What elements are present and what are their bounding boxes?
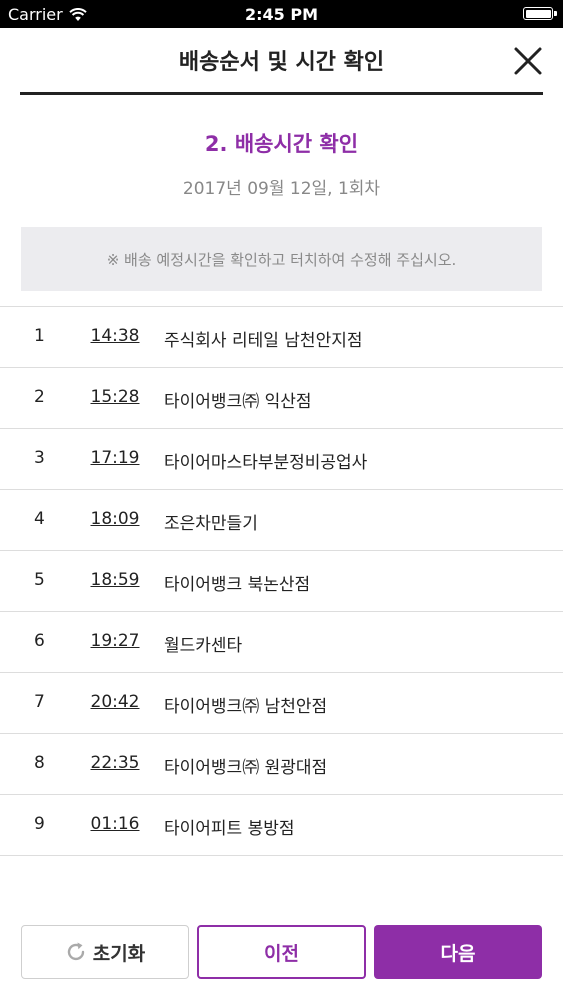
schedule-row: 6 19:27 월드카센타 [0, 612, 563, 673]
next-button-label: 다음 [440, 942, 476, 965]
row-store-name: 타이어뱅크㈜ 원광대점 [164, 758, 328, 778]
row-number: 7 [34, 692, 45, 712]
row-time-link[interactable]: 22:35 [80, 753, 150, 773]
status-time: 2:45 PM [244, 5, 318, 24]
row-number: 2 [34, 387, 45, 407]
schedule-list: 1 14:38 주식회사 리테일 남천안지점 2 15:28 타이어뱅크㈜ 익산… [0, 306, 563, 856]
step-title: 2. 배송시간 확인 [204, 132, 359, 156]
row-number: 9 [34, 814, 45, 834]
row-store-name: 주식회사 리테일 남천안지점 [164, 331, 363, 351]
page-title: 배송순서 및 시간 확인 [178, 50, 385, 75]
schedule-row: 8 22:35 타이어뱅크㈜ 원광대점 [0, 734, 563, 795]
row-time-link[interactable]: 17:19 [80, 448, 150, 468]
row-number: 3 [34, 448, 45, 468]
row-store-name: 월드카센타 [164, 636, 243, 656]
row-time-link[interactable]: 01:16 [80, 814, 150, 834]
prev-button[interactable]: 이전 [197, 925, 366, 979]
row-time-link[interactable]: 18:59 [80, 570, 150, 590]
row-number: 8 [34, 753, 45, 773]
prev-button-label: 이전 [264, 942, 299, 965]
row-store-name: 타이어마스타부분정비공업사 [164, 453, 368, 473]
row-time-link[interactable]: 15:28 [80, 387, 150, 407]
row-store-name: 타이어피트 봉방점 [164, 819, 295, 839]
battery-icon [523, 7, 557, 20]
row-number: 5 [34, 570, 45, 590]
row-number: 1 [34, 326, 45, 346]
next-button[interactable]: 다음 [374, 925, 542, 979]
schedule-row: 9 01:16 타이어피트 봉방점 [0, 795, 563, 856]
notice-box: ※ 배송 예정시간을 확인하고 터치하여 수정해 주십시오. [21, 227, 542, 291]
schedule-row: 3 17:19 타이어마스타부분정비공업사 [0, 429, 563, 490]
reset-button-label: 초기화 [92, 942, 146, 965]
status-bar: Carrier 2:45 PM [0, 0, 563, 28]
reset-button[interactable]: 초기화 [21, 925, 189, 979]
row-store-name: 타이어뱅크㈜ 익산점 [164, 392, 312, 412]
row-time-link[interactable]: 14:38 [80, 326, 150, 346]
row-store-name: 타이어뱅크 북논산점 [164, 575, 311, 595]
row-number: 6 [34, 631, 45, 651]
schedule-row: 2 15:28 타이어뱅크㈜ 익산점 [0, 368, 563, 429]
delivery-date: 2017년 09월 12일, 1회차 [182, 179, 381, 199]
row-store-name: 조은차만들기 [164, 514, 258, 534]
header-divider [20, 92, 543, 95]
close-icon [514, 47, 542, 75]
refresh-icon [67, 942, 84, 961]
schedule-row: 7 20:42 타이어뱅크㈜ 남천안점 [0, 673, 563, 734]
schedule-row: 1 14:38 주식회사 리테일 남천안지점 [0, 307, 563, 368]
row-time-link[interactable]: 19:27 [80, 631, 150, 651]
schedule-row: 4 18:09 조은차만들기 [0, 490, 563, 551]
row-time-link[interactable]: 18:09 [80, 509, 150, 529]
notice-text: ※ 배송 예정시간을 확인하고 터치하여 수정해 주십시오. [106, 250, 457, 269]
schedule-row: 5 18:59 타이어뱅크 북논산점 [0, 551, 563, 612]
header: 배송순서 및 시간 확인 [0, 28, 563, 94]
row-number: 4 [34, 509, 45, 529]
row-store-name: 타이어뱅크㈜ 남천안점 [164, 697, 328, 717]
close-button[interactable] [511, 44, 545, 78]
row-time-link[interactable]: 20:42 [80, 692, 150, 712]
